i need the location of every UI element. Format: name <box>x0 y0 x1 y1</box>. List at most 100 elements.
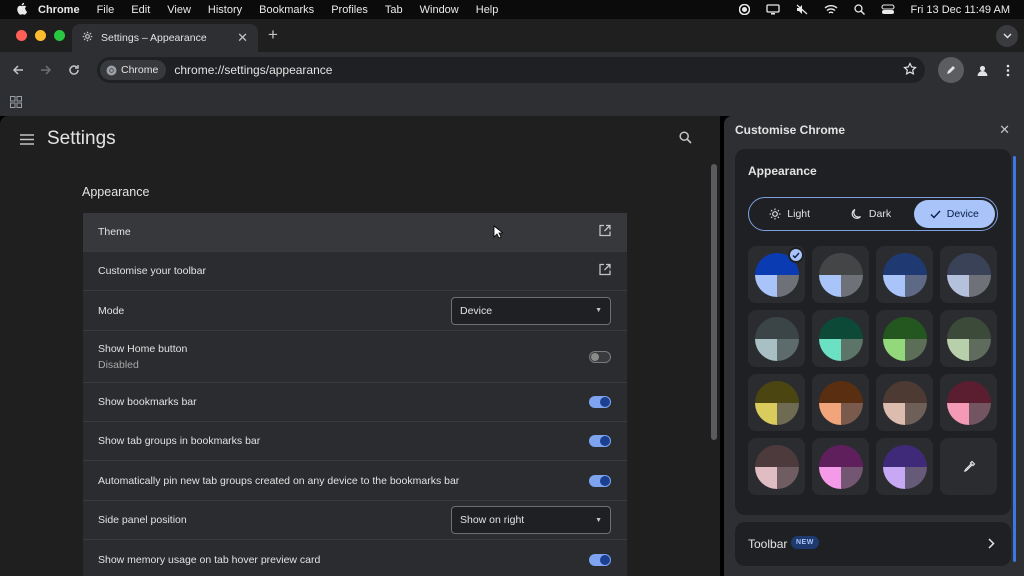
mute-icon[interactable] <box>796 4 808 15</box>
row-label: Customise your toolbar <box>98 265 206 277</box>
url-text[interactable]: chrome://settings/appearance <box>174 63 332 77</box>
reload-icon <box>69 65 79 75</box>
zoom-window-button[interactable] <box>54 30 65 41</box>
show-bookmarks-bar-toggle[interactable] <box>589 396 611 408</box>
custom-color-swatch[interactable] <box>940 438 997 495</box>
panel-scrollbar[interactable] <box>1013 156 1016 562</box>
menu-profiles[interactable]: Profiles <box>331 4 368 16</box>
show-tab-groups-toggle[interactable] <box>589 435 611 447</box>
reload-button[interactable] <box>60 64 88 76</box>
close-window-button[interactable] <box>16 30 27 41</box>
mode-dark-button[interactable]: Dark <box>830 198 911 230</box>
row-label: Show memory usage on tab hover preview c… <box>98 553 321 566</box>
browser-toolbar: Chrome chrome://settings/appearance <box>0 52 1024 88</box>
menu-help[interactable]: Help <box>476 4 499 16</box>
theme-color-swatch[interactable] <box>876 438 933 495</box>
tab-close-icon[interactable]: ✕ <box>237 30 248 46</box>
apple-logo-icon[interactable] <box>0 2 28 18</box>
gear-icon <box>82 31 93 45</box>
theme-color-swatch[interactable] <box>812 438 869 495</box>
panel-title: Customise Chrome <box>735 123 846 137</box>
theme-color-swatch[interactable] <box>812 246 869 303</box>
address-bar[interactable]: Chrome chrome://settings/appearance <box>97 57 925 83</box>
menu-edit[interactable]: Edit <box>131 4 150 16</box>
row-show-home-button[interactable]: Show Home button Disabled <box>83 331 627 383</box>
wifi-icon[interactable] <box>824 4 838 15</box>
record-icon[interactable] <box>738 4 750 15</box>
toolbar-customisation-card[interactable]: Toolbar NEW <box>735 522 1011 566</box>
menu-history[interactable]: History <box>208 4 242 16</box>
theme-color-swatch[interactable] <box>876 374 933 431</box>
tab-settings-appearance[interactable]: Settings – Appearance ✕ <box>72 24 258 52</box>
tab-search-button[interactable] <box>996 25 1018 47</box>
theme-color-swatch[interactable] <box>812 374 869 431</box>
row-theme[interactable]: Theme <box>83 213 627 252</box>
caret-down-icon: ▼ <box>595 307 602 314</box>
swatch-circle <box>882 316 927 361</box>
mode-light-button[interactable]: Light <box>749 198 830 230</box>
theme-color-swatch[interactable] <box>812 310 869 367</box>
new-tab-button[interactable]: + <box>268 25 278 45</box>
tab-strip: Settings – Appearance ✕ + <box>0 19 1024 52</box>
settings-scrollbar[interactable] <box>711 164 717 440</box>
external-link-icon[interactable] <box>599 263 611 279</box>
theme-color-swatch[interactable] <box>876 246 933 303</box>
chevron-right-icon <box>988 536 995 554</box>
profile-avatar-icon[interactable] <box>970 64 994 77</box>
side-panel-position-dropdown[interactable]: Show on right ▼ <box>451 506 611 534</box>
color-mode-segmented: Light Dark Device <box>748 197 998 231</box>
mode-dropdown[interactable]: Device ▼ <box>451 296 611 325</box>
macos-menu-bar: Chrome File Edit View History Bookmarks … <box>0 0 1024 19</box>
row-show-bookmarks-bar[interactable]: Show bookmarks bar <box>83 383 627 422</box>
mode-label: Dark <box>868 208 892 220</box>
minimize-window-button[interactable] <box>35 30 46 41</box>
arrow-right-icon <box>41 65 52 75</box>
row-label: Theme <box>98 226 131 238</box>
dropdown-value: Device <box>460 304 493 317</box>
control-center-icon[interactable] <box>880 4 895 15</box>
display-icon[interactable] <box>765 4 780 15</box>
customise-chrome-button[interactable] <box>938 57 964 83</box>
site-chip-label: Chrome <box>121 64 159 76</box>
theme-color-swatch[interactable] <box>940 310 997 367</box>
row-show-tab-groups[interactable]: Show tab groups in bookmarks bar <box>83 422 627 461</box>
theme-color-swatch[interactable] <box>748 310 805 367</box>
hamburger-menu-icon[interactable] <box>20 132 34 150</box>
swatch-circle <box>818 380 863 425</box>
show-home-button-toggle[interactable] <box>589 350 611 363</box>
mode-device-button[interactable]: Device <box>913 200 995 228</box>
menu-tab[interactable]: Tab <box>385 4 403 16</box>
row-memory-usage[interactable]: Show memory usage on tab hover preview c… <box>83 540 627 576</box>
apps-grid-icon[interactable] <box>10 95 22 113</box>
theme-color-swatch[interactable] <box>940 246 997 303</box>
selected-check-icon <box>788 247 804 263</box>
settings-search-icon[interactable] <box>679 131 692 149</box>
settings-header: Settings <box>0 116 720 162</box>
theme-color-swatch[interactable] <box>940 374 997 431</box>
back-button[interactable] <box>4 64 32 76</box>
theme-color-swatch[interactable] <box>876 310 933 367</box>
eyedropper-icon <box>963 460 975 472</box>
menubar-datetime[interactable]: Fri 13 Dec 11:49 AM <box>911 4 1010 16</box>
menu-bookmarks[interactable]: Bookmarks <box>259 4 314 16</box>
external-link-icon[interactable] <box>599 224 611 240</box>
theme-color-swatch[interactable] <box>748 374 805 431</box>
memory-usage-toggle[interactable] <box>589 553 611 566</box>
more-menu-icon[interactable] <box>1000 64 1016 77</box>
panel-close-icon[interactable]: ✕ <box>999 122 1010 138</box>
theme-color-swatch[interactable] <box>748 246 805 303</box>
row-auto-pin-tab-groups[interactable]: Automatically pin new tab groups created… <box>83 461 627 501</box>
forward-button[interactable] <box>32 64 60 76</box>
swatch-circle <box>754 444 799 489</box>
bookmark-star-icon[interactable] <box>903 62 917 81</box>
menu-window[interactable]: Window <box>420 4 459 16</box>
menu-file[interactable]: File <box>97 4 115 16</box>
menu-view[interactable]: View <box>167 4 191 16</box>
menu-app-name[interactable]: Chrome <box>38 4 80 16</box>
theme-color-swatch[interactable] <box>748 438 805 495</box>
row-customise-toolbar[interactable]: Customise your toolbar <box>83 252 627 291</box>
site-info-chip[interactable]: Chrome <box>100 60 167 80</box>
auto-pin-tab-groups-toggle[interactable] <box>589 474 611 487</box>
arrow-left-icon <box>12 65 23 75</box>
spotlight-search-icon[interactable] <box>853 4 865 15</box>
